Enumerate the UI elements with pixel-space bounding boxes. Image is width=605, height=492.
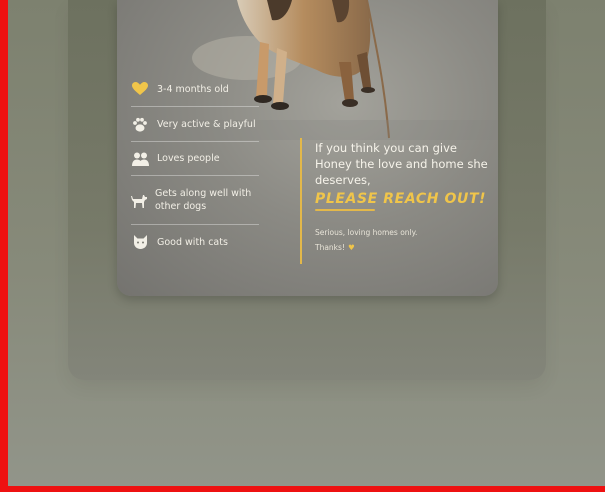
dog-facts-list: 3-4 months old Very active & playful Lov… bbox=[131, 72, 259, 259]
highlight-frame-left bbox=[0, 0, 8, 492]
cta-thanks: Thanks! bbox=[315, 243, 345, 252]
fact-label: Gets along well with other dogs bbox=[155, 188, 252, 212]
small-heart-icon: ♥ bbox=[347, 243, 355, 252]
fact-people: Loves people bbox=[131, 142, 259, 176]
fact-dogs: Gets along well with other dogs bbox=[131, 176, 259, 225]
fact-label: Loves people bbox=[157, 153, 220, 164]
paw-icon bbox=[131, 116, 149, 132]
call-to-action: If you think you can give Honey the love… bbox=[315, 140, 495, 255]
cat-icon bbox=[131, 234, 149, 250]
fact-age: 3-4 months old bbox=[131, 72, 259, 107]
cta-note-line: Serious, loving homes only. bbox=[315, 228, 418, 237]
fact-cats: Good with cats bbox=[131, 225, 259, 259]
adoption-poster: 3-4 months old Very active & playful Lov… bbox=[117, 0, 498, 296]
cta-note: Serious, loving homes only. Thanks! ♥ bbox=[315, 225, 495, 255]
heart-icon bbox=[131, 81, 149, 97]
fact-activity: Very active & playful bbox=[131, 107, 259, 142]
fact-label: Good with cats bbox=[157, 236, 228, 248]
cta-thanks-line: Thanks! ♥ bbox=[315, 240, 495, 255]
cta-message: If you think you can give Honey the love… bbox=[315, 141, 488, 187]
accent-divider bbox=[300, 138, 302, 264]
cta-underline bbox=[315, 209, 375, 211]
screenshot-stage: 3-4 months old Very active & playful Lov… bbox=[0, 0, 605, 492]
people-icon bbox=[131, 151, 149, 167]
highlight-frame-bottom bbox=[0, 486, 605, 492]
dog-icon bbox=[131, 192, 147, 208]
fact-label: Very active & playful bbox=[157, 118, 256, 130]
fact-label: 3-4 months old bbox=[157, 83, 229, 95]
cta-headline: PLEASE REACH OUT! bbox=[315, 191, 487, 207]
